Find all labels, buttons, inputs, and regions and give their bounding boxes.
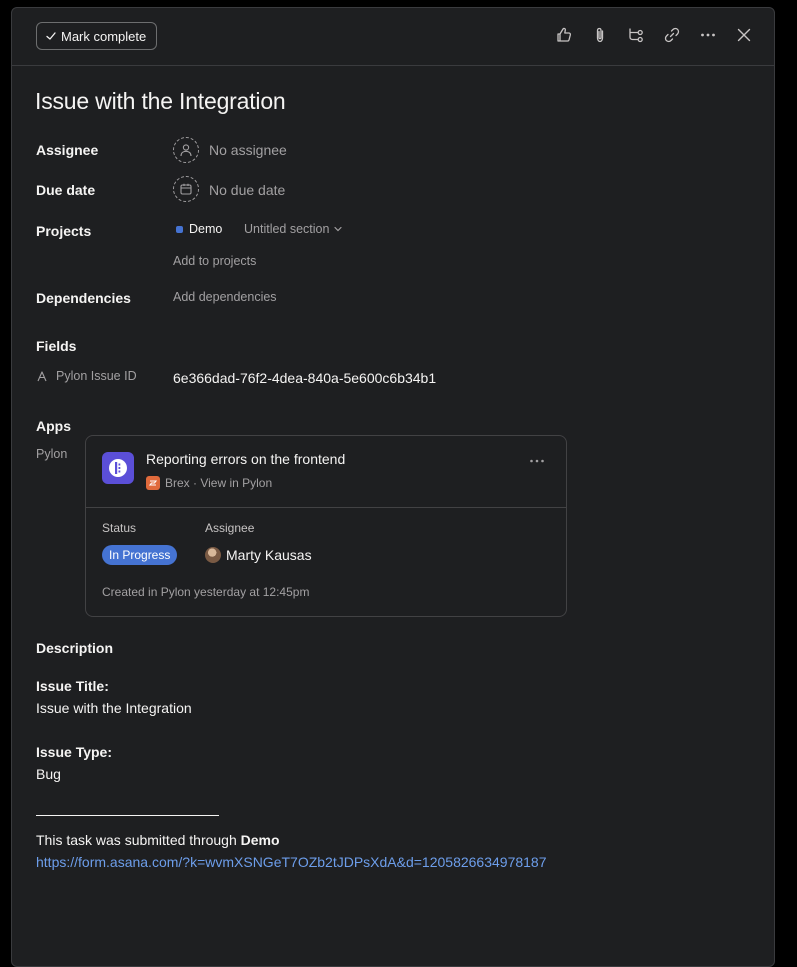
add-dependencies-button[interactable]: Add dependencies bbox=[173, 290, 277, 304]
pylon-assignee-name: Marty Kausas bbox=[226, 547, 312, 563]
task-detail-pane: Mark complete Issue with the Integration… bbox=[11, 7, 775, 967]
pylon-created-text: Created in Pylon yesterday at 12:45pm bbox=[102, 585, 310, 599]
submitted-prefix: This task was submitted through bbox=[36, 832, 241, 848]
assignee-value[interactable]: No assignee bbox=[209, 142, 287, 158]
link-icon[interactable] bbox=[662, 25, 682, 45]
pylon-card-header: Reporting errors on the frontend Brex · … bbox=[86, 436, 566, 508]
pylon-logo-icon bbox=[102, 452, 134, 484]
chevron-down-icon bbox=[334, 226, 343, 232]
pylon-app-card[interactable]: Reporting errors on the frontend Brex · … bbox=[85, 435, 567, 617]
task-title[interactable]: Issue with the Integration bbox=[35, 88, 286, 115]
submitted-through-text: This task was submitted through Demo bbox=[36, 832, 280, 848]
apps-heading: Apps bbox=[36, 418, 71, 434]
submitted-form-name: Demo bbox=[240, 832, 280, 848]
text-field-icon bbox=[37, 371, 47, 382]
project-color-dot bbox=[176, 225, 183, 233]
thumbs-up-icon[interactable] bbox=[554, 25, 574, 45]
fields-heading: Fields bbox=[36, 338, 77, 354]
pylon-issue-title[interactable]: Reporting errors on the frontend bbox=[146, 451, 345, 467]
project-name: Demo bbox=[189, 222, 223, 236]
dependencies-label: Dependencies bbox=[36, 290, 131, 306]
description-divider bbox=[36, 815, 219, 816]
avatar bbox=[205, 547, 221, 563]
subtask-icon[interactable] bbox=[626, 25, 646, 45]
pylon-source-text[interactable]: Brex · View in Pylon bbox=[165, 476, 272, 490]
form-link[interactable]: https://form.asana.com/?k=wvmXSNGeT7OZb2… bbox=[36, 854, 547, 870]
custom-field-value[interactable]: 6e366dad-76f2-4dea-840a-5e600c6b34b1 bbox=[173, 370, 436, 386]
due-date-label: Due date bbox=[36, 182, 96, 198]
issue-type-label: Issue Type: bbox=[36, 744, 112, 760]
card-more-icon[interactable] bbox=[528, 452, 546, 475]
brex-icon bbox=[146, 476, 160, 490]
due-date-value[interactable]: No due date bbox=[209, 182, 285, 198]
issue-title-value: Issue with the Integration bbox=[36, 700, 192, 716]
section-name: Untitled section bbox=[244, 222, 330, 236]
checkmark-icon bbox=[46, 32, 56, 40]
description-heading: Description bbox=[36, 640, 114, 656]
calendar-icon[interactable] bbox=[173, 176, 199, 202]
project-chip-demo[interactable]: Demo bbox=[176, 222, 222, 236]
add-to-projects-button[interactable]: Add to projects bbox=[173, 254, 256, 268]
status-badge: In Progress bbox=[102, 545, 178, 565]
more-icon[interactable] bbox=[698, 25, 718, 45]
projects-label: Projects bbox=[36, 223, 92, 239]
task-toolbar: Mark complete bbox=[12, 8, 774, 66]
close-icon[interactable] bbox=[734, 25, 754, 45]
mark-complete-label: Mark complete bbox=[61, 28, 147, 44]
pylon-assignee-label: Assignee bbox=[205, 521, 255, 535]
issue-title-label: Issue Title: bbox=[36, 678, 109, 694]
assignee-label: Assignee bbox=[36, 142, 99, 158]
pylon-issue-source: Brex · View in Pylon bbox=[146, 476, 272, 490]
section-dropdown[interactable]: Untitled section bbox=[244, 222, 343, 236]
pylon-status-label: Status bbox=[102, 521, 137, 535]
pylon-assignee: Marty Kausas bbox=[205, 547, 312, 563]
custom-field-label-row: Pylon Issue ID bbox=[36, 369, 137, 383]
issue-type-value: Bug bbox=[36, 766, 61, 782]
mark-complete-button[interactable]: Mark complete bbox=[36, 22, 158, 50]
person-icon[interactable] bbox=[173, 137, 199, 163]
attachment-icon[interactable] bbox=[590, 25, 610, 45]
custom-field-label: Pylon Issue ID bbox=[56, 369, 137, 383]
app-name: Pylon bbox=[36, 447, 68, 461]
